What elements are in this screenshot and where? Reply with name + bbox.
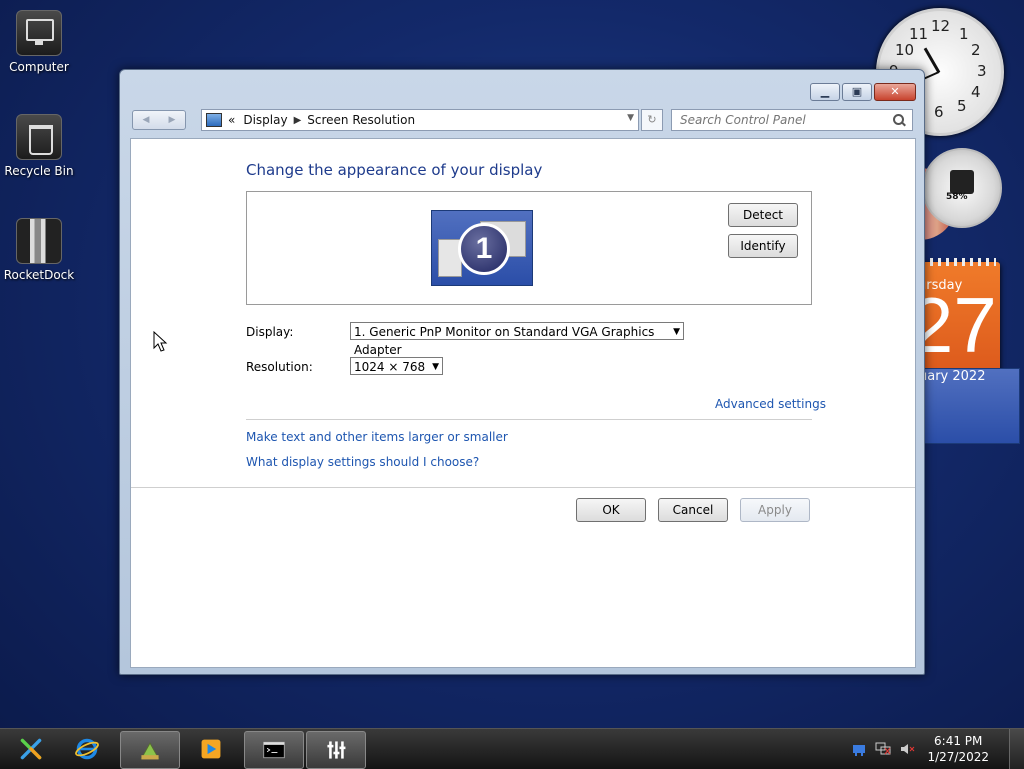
minimize-button[interactable]: ▁ [810, 83, 840, 101]
refresh-button[interactable]: ↻ [641, 109, 663, 131]
rocketdock-icon [16, 218, 62, 264]
network-icon[interactable] [875, 742, 891, 756]
taskbar-explorer[interactable] [120, 731, 180, 769]
clock-number: 11 [909, 25, 929, 43]
address-dropdown-icon[interactable]: ▼ [627, 113, 634, 123]
address-bar[interactable]: « Display ▶ Screen Resolution ▼ [201, 109, 639, 131]
apply-button[interactable]: Apply [740, 498, 810, 522]
cpu-meter-gadget[interactable]: 58% [922, 148, 1002, 228]
display-label: Display: [246, 325, 294, 339]
cpu-meter-value: 58% [946, 192, 968, 202]
detect-button[interactable]: Detect [728, 203, 798, 227]
monitor-1-tile[interactable]: 1 [431, 210, 533, 286]
back-button[interactable]: ◀ [133, 111, 159, 129]
monitor-arrangement-box: 1 Detect Identify [246, 191, 812, 305]
desktop-icon-computer[interactable]: Computer [0, 10, 78, 74]
desktop-icon-label: RocketDock [3, 268, 75, 282]
show-desktop-button[interactable] [1009, 729, 1024, 769]
display-select[interactable]: 1. Generic PnP Monitor on Standard VGA G… [350, 322, 684, 357]
calendar-month-year: uary 2022 [918, 368, 1020, 444]
taskbar-settings-app[interactable] [306, 731, 366, 769]
close-button[interactable]: ✕ [874, 83, 916, 101]
page-title: Change the appearance of your display [246, 161, 543, 179]
folder-icon [140, 742, 160, 760]
internet-explorer-icon [75, 738, 99, 760]
chevron-down-icon: ▼ [673, 327, 680, 337]
start-button[interactable] [2, 731, 60, 767]
clock-number: 12 [931, 17, 951, 35]
close-icon: ✕ [890, 85, 900, 98]
display-select-value: 1. Generic PnP Monitor on Standard VGA G… [354, 325, 655, 357]
resolution-label: Resolution: [246, 360, 313, 374]
desktop-icon-recycle-bin[interactable]: Recycle Bin [0, 114, 78, 178]
mouse-pointer-icon [153, 331, 168, 352]
taskbar-date: 1/27/2022 [927, 750, 989, 764]
taskbar: 6:41 PM 1/27/2022 [0, 728, 1024, 769]
calendar-gadget[interactable]: ursday 27 uary 2022 [910, 258, 1020, 444]
taskbar-media-player[interactable] [182, 731, 240, 767]
start-x-icon [20, 738, 42, 760]
command-prompt-icon [263, 741, 285, 759]
breadcrumb-separator-icon[interactable]: ▶ [294, 115, 302, 126]
network-adapter-icon[interactable] [851, 742, 867, 756]
nav-buttons: ◀ ▶ [132, 110, 186, 130]
breadcrumb-display[interactable]: Display [243, 113, 287, 127]
control-panel-icon [206, 113, 222, 127]
recycle-bin-icon [16, 114, 62, 160]
breadcrumb-overflow[interactable]: « [228, 113, 235, 127]
sliders-icon [327, 741, 346, 759]
calendar-rings [922, 258, 996, 266]
forward-button[interactable]: ▶ [159, 111, 185, 129]
desktop-icon-rocketdock[interactable]: RocketDock [0, 218, 78, 282]
refresh-icon: ↻ [647, 113, 657, 126]
divider [246, 419, 812, 420]
resolution-select[interactable]: 1024 × 768 ▼ [350, 357, 443, 375]
clock-number: 6 [934, 103, 944, 121]
search-input[interactable] [672, 112, 892, 128]
desktop-icon-label: Computer [9, 60, 69, 74]
divider [131, 487, 915, 488]
identify-button[interactable]: Identify [728, 234, 798, 258]
maximize-button[interactable]: ▣ [842, 83, 872, 101]
advanced-settings-link[interactable]: Advanced settings [715, 397, 826, 411]
computer-icon [16, 10, 62, 56]
taskbar-command-prompt[interactable] [244, 731, 304, 769]
taskbar-internet-explorer[interactable] [58, 731, 116, 767]
content-pane: Change the appearance of your display 1 … [130, 138, 916, 668]
monitor-number-badge: 1 [458, 223, 510, 275]
volume-muted-icon[interactable] [899, 742, 915, 756]
clock-hour-hand [923, 47, 941, 74]
search-icon[interactable] [892, 113, 906, 127]
cpu-chip-icon [950, 170, 974, 194]
breadcrumb-screen-resolution[interactable]: Screen Resolution [307, 113, 415, 127]
display-settings-help-link[interactable]: What display settings should I choose? [246, 455, 479, 469]
desktop-icon-label: Recycle Bin [4, 164, 74, 178]
text-size-link[interactable]: Make text and other items larger or smal… [246, 430, 508, 444]
ok-button[interactable]: OK [576, 498, 646, 522]
taskbar-clock[interactable]: 6:41 PM 1/27/2022 [927, 733, 989, 765]
chevron-down-icon: ▼ [432, 362, 439, 372]
screen-resolution-window: ▁ ▣ ✕ ◀ ▶ « Display ▶ Screen Resolution … [119, 69, 925, 675]
minimize-icon: ▁ [820, 85, 830, 98]
system-tray: 6:41 PM 1/27/2022 [847, 729, 1024, 769]
clock-number: 5 [957, 97, 967, 115]
maximize-icon: ▣ [851, 85, 863, 98]
media-player-icon [201, 739, 221, 759]
resolution-select-value: 1024 × 768 [354, 360, 426, 374]
clock-number: 10 [895, 41, 915, 59]
clock-number: 1 [959, 25, 969, 43]
cancel-button[interactable]: Cancel [658, 498, 728, 522]
clock-number: 3 [977, 62, 987, 80]
caption-buttons: ▁ ▣ ✕ [810, 83, 916, 101]
taskbar-time: 6:41 PM [934, 734, 983, 748]
clock-number: 4 [971, 83, 981, 101]
clock-number: 2 [971, 41, 981, 59]
search-box[interactable] [671, 109, 913, 131]
